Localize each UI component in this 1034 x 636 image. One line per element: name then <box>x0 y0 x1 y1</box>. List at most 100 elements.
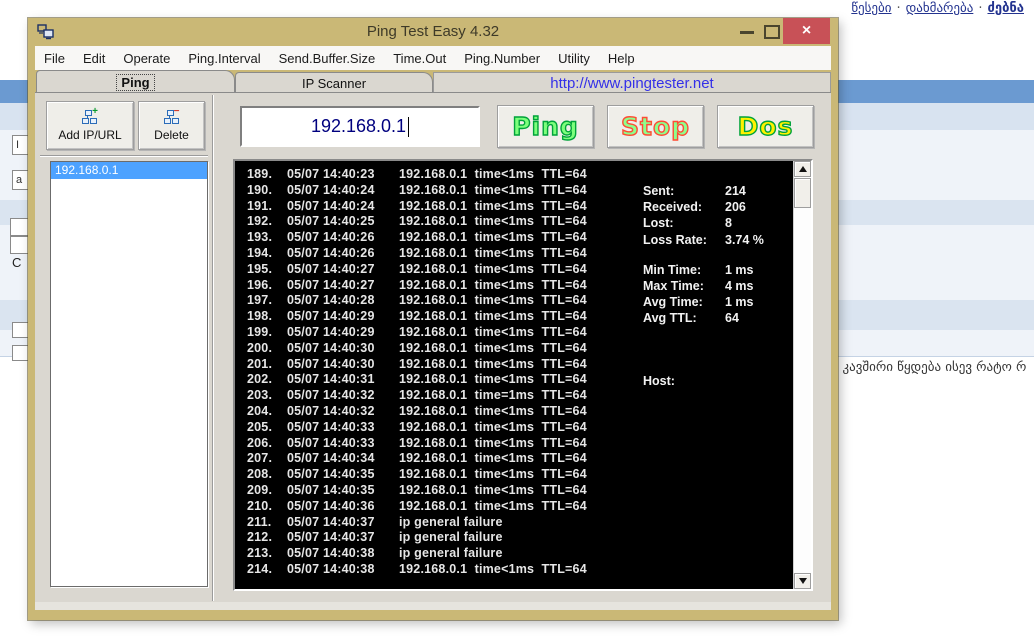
list-item[interactable]: 192.168.0.1 <box>51 162 207 179</box>
line-timestamp: 05/07 14:40:30 <box>287 341 399 357</box>
line-message: 192.168.0.1 time<1ms TTL=64 <box>399 183 587 197</box>
terminal-line: 207.05/07 14:40:34192.168.0.1 time<1ms T… <box>247 451 794 467</box>
line-message: 192.168.0.1 time<1ms TTL=64 <box>399 262 587 276</box>
stat-row: Loss Rate:3.74 % <box>643 232 764 248</box>
line-timestamp: 05/07 14:40:26 <box>287 246 399 262</box>
menu-item[interactable]: Edit <box>74 51 114 66</box>
terminal-line: 206.05/07 14:40:33192.168.0.1 time<1ms T… <box>247 436 794 452</box>
line-timestamp: 05/07 14:40:38 <box>287 546 399 562</box>
website-link[interactable]: http://www.pingtester.net <box>550 75 713 92</box>
terminal-scrollbar[interactable] <box>793 161 811 589</box>
line-number: 197. <box>247 293 287 309</box>
add-node-icon: + <box>82 110 98 125</box>
line-number: 205. <box>247 420 287 436</box>
line-message: 192.168.0.1 time<1ms TTL=64 <box>399 499 587 513</box>
line-number: 190. <box>247 183 287 199</box>
stat-value: 206 <box>725 200 746 214</box>
line-number: 201. <box>247 357 287 373</box>
line-timestamp: 05/07 14:40:25 <box>287 214 399 230</box>
close-button[interactable]: × <box>783 18 830 44</box>
terminal-line: 208.05/07 14:40:35192.168.0.1 time<1ms T… <box>247 467 794 483</box>
line-message: 192.168.0.1 time<1ms TTL=64 <box>399 436 587 450</box>
terminal-line: 213.05/07 14:40:38ip general failure <box>247 546 794 562</box>
scroll-up-icon <box>799 166 807 172</box>
line-number: 211. <box>247 515 287 531</box>
add-ip-url-label: Add IP/URL <box>58 128 121 142</box>
line-number: 206. <box>247 436 287 452</box>
stat-label: Lost: <box>643 215 725 231</box>
menu-item[interactable]: File <box>35 51 74 66</box>
ping-button[interactable]: Ping <box>497 105 594 148</box>
line-number: 200. <box>247 341 287 357</box>
tab-ip-scanner-label: IP Scanner <box>302 76 366 91</box>
dos-button[interactable]: Dos <box>717 105 814 148</box>
line-timestamp: 05/07 14:40:38 <box>287 562 399 578</box>
ip-listbox[interactable]: 192.168.0.1 <box>50 161 208 587</box>
menu-item[interactable]: Ping.Interval <box>179 51 269 66</box>
line-message: 192.168.0.1 time<1ms TTL=64 <box>399 404 587 418</box>
bg-link-search[interactable]: ძებნა <box>987 1 1024 16</box>
stat-row: Min Time:1 ms <box>643 262 764 278</box>
stat-label: Min Time: <box>643 262 725 278</box>
menu-item[interactable]: Utility <box>549 51 599 66</box>
ping-test-easy-window: Ping Test Easy 4.32 × FileEditOperatePin… <box>28 18 838 620</box>
scroll-down-icon <box>799 578 807 584</box>
line-message: 192.168.0.1 time<1ms TTL=64 <box>399 372 587 386</box>
stat-label: Host: <box>643 373 725 389</box>
scroll-down-button[interactable] <box>794 573 811 589</box>
line-message: 192.168.0.1 time<1ms TTL=64 <box>399 420 587 434</box>
line-message: 192.168.0.1 time<1ms TTL=64 <box>399 483 587 497</box>
stat-row: Host: <box>643 373 764 389</box>
bg-link-rules[interactable]: წესები <box>851 1 891 16</box>
line-timestamp: 05/07 14:40:28 <box>287 293 399 309</box>
line-timestamp: 05/07 14:40:24 <box>287 183 399 199</box>
menu-item[interactable]: Operate <box>114 51 179 66</box>
scrollbar-thumb[interactable] <box>794 178 811 208</box>
menu-item[interactable]: Help <box>599 51 644 66</box>
delete-button[interactable]: − Delete <box>138 101 205 150</box>
stat-value: 4 ms <box>725 279 754 293</box>
line-message: ip general failure <box>399 546 503 560</box>
delete-label: Delete <box>154 128 189 142</box>
scroll-up-button[interactable] <box>794 161 811 177</box>
minimize-button[interactable] <box>740 31 754 34</box>
line-message: 192.168.0.1 time<1ms TTL=64 <box>399 167 587 181</box>
stat-value: 214 <box>725 184 746 198</box>
stop-button[interactable]: Stop <box>607 105 704 148</box>
stat-row: Received:206 <box>643 199 764 215</box>
ip-address-value: 192.168.0.1 <box>311 116 406 137</box>
line-timestamp: 05/07 14:40:37 <box>287 530 399 546</box>
menu-item[interactable]: Ping.Number <box>455 51 549 66</box>
menu-item[interactable]: Time.Out <box>384 51 455 66</box>
line-message: ip general failure <box>399 530 503 544</box>
menu-item[interactable]: Send.Buffer.Size <box>270 51 385 66</box>
line-timestamp: 05/07 14:40:32 <box>287 388 399 404</box>
link-separator: · <box>978 1 982 16</box>
ip-address-input[interactable]: 192.168.0.1 <box>240 106 480 147</box>
line-number: 203. <box>247 388 287 404</box>
line-message: 192.168.0.1 time<1ms TTL=64 <box>399 230 587 244</box>
line-number: 208. <box>247 467 287 483</box>
stat-label: Avg TTL: <box>643 310 725 326</box>
line-number: 214. <box>247 562 287 578</box>
line-number: 213. <box>247 546 287 562</box>
line-timestamp: 05/07 14:40:34 <box>287 451 399 467</box>
stat-value: 8 <box>725 216 732 230</box>
horizontal-separator <box>40 155 208 157</box>
client-area: + Add IP/URL − Delete 192.168.0.1 19 <box>35 92 831 602</box>
add-ip-url-button[interactable]: + Add IP/URL <box>46 101 134 150</box>
tab-ip-scanner[interactable]: IP Scanner <box>235 72 433 93</box>
tab-strip: Ping IP Scanner http://www.pingtester.ne… <box>35 70 831 92</box>
terminal-line: 205.05/07 14:40:33192.168.0.1 time<1ms T… <box>247 420 794 436</box>
line-number: 199. <box>247 325 287 341</box>
line-message: ip general failure <box>399 515 503 529</box>
link-separator: · <box>897 1 901 16</box>
titlebar[interactable]: Ping Test Easy 4.32 × <box>28 18 838 46</box>
tab-ping[interactable]: Ping <box>36 70 235 93</box>
line-message: 192.168.0.1 time<1ms TTL=64 <box>399 467 587 481</box>
maximize-button[interactable] <box>764 25 780 39</box>
bg-link-help[interactable]: დახმარება <box>906 1 974 16</box>
terminal-line: 204.05/07 14:40:32192.168.0.1 time<1ms T… <box>247 404 794 420</box>
stat-row: Sent:214 <box>643 183 764 199</box>
stat-label: Max Time: <box>643 278 725 294</box>
